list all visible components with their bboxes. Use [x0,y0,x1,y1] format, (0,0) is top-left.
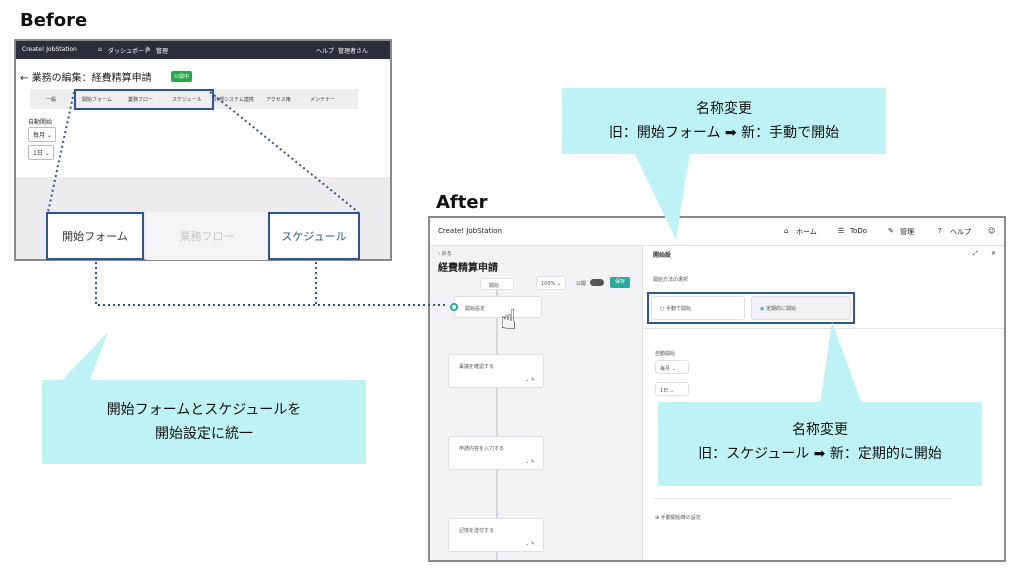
callout-tail-top [634,152,690,240]
callout-rename-scheduled: 名称変更 旧：スケジュール ➡ 新：定期的に開始 [658,402,982,486]
callout-tail-left [62,332,108,380]
callout-unify-settings: 開始フォームとスケジュールを 開始設定に統一 [42,380,366,464]
callout-rename-manual: 名称変更 旧：開始フォーム ➡ 新：手動で開始 [562,88,886,154]
dotted-connectors [47,91,862,404]
connector-line [209,91,359,213]
connector-line [95,262,448,306]
callout-tail-right [820,322,862,404]
connector-line [47,91,75,213]
